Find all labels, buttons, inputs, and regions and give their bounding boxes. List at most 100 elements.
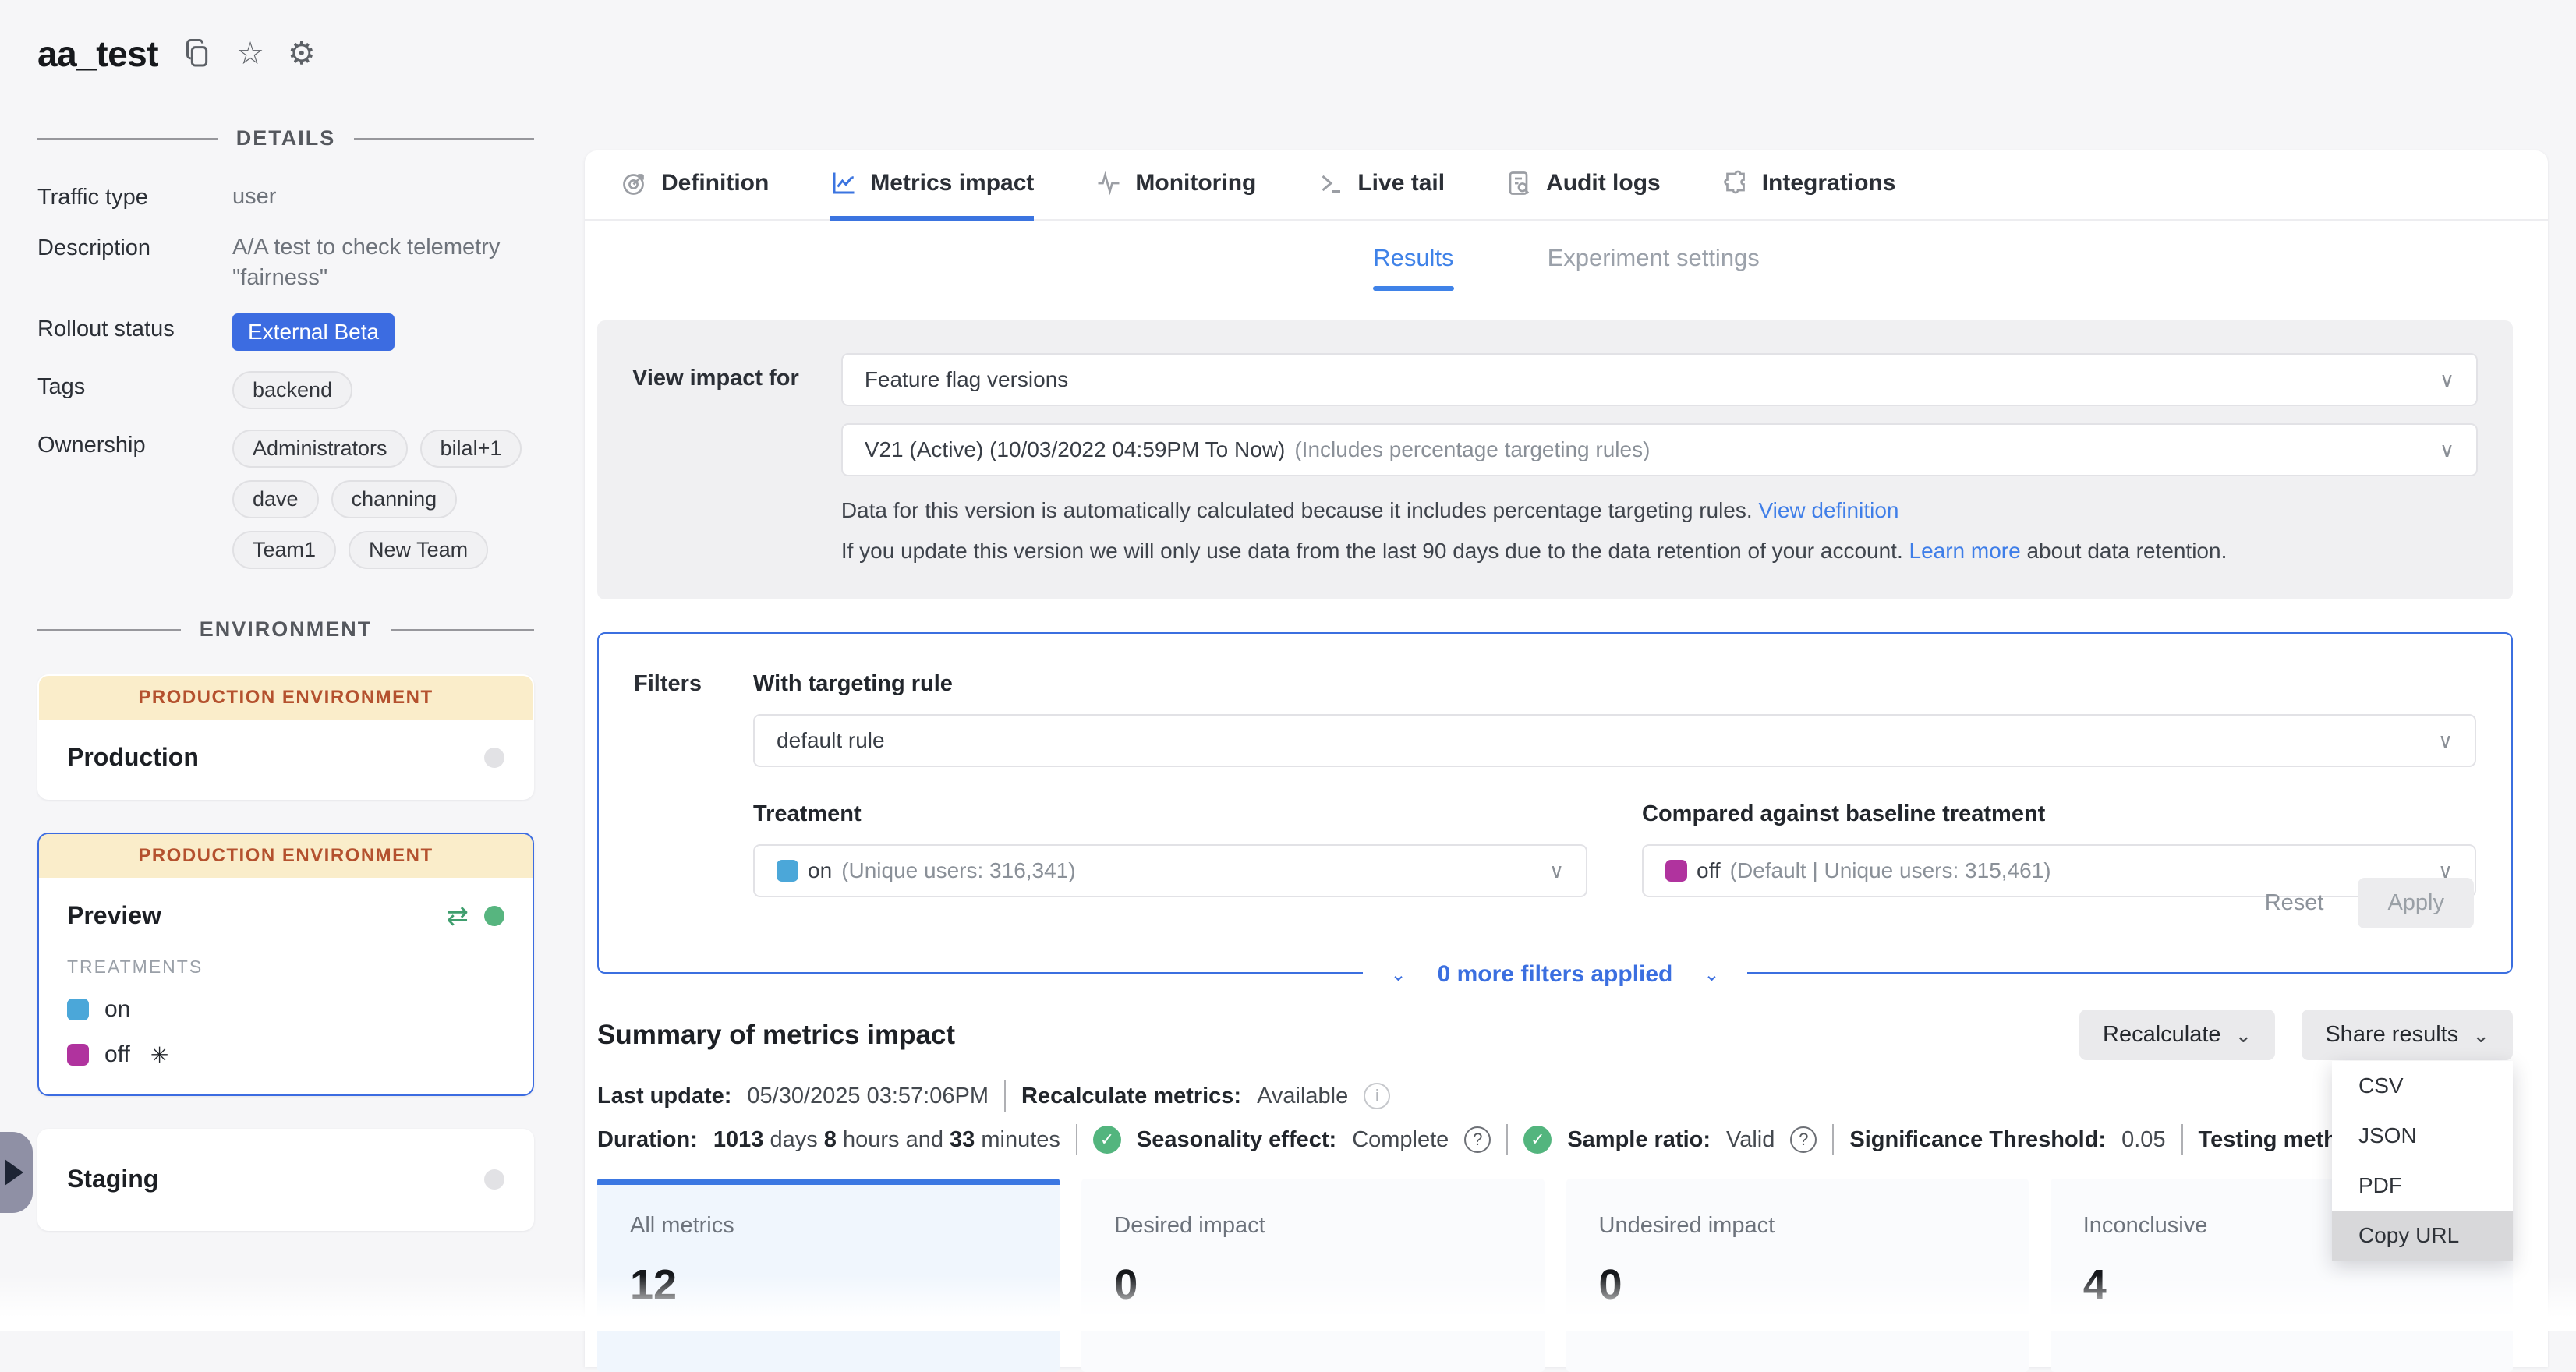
filters-box: Filters With targeting rule default rule… — [597, 632, 2513, 974]
traffic-type-label: Traffic type — [37, 182, 232, 210]
subtab-bar: Results Experiment settings — [585, 244, 2548, 291]
apply-button[interactable]: Apply — [2358, 878, 2474, 928]
copy-icon[interactable] — [182, 37, 213, 71]
chevron-down-icon: ∨ — [2438, 730, 2453, 751]
chevron-down-icon: ⌄ — [2472, 1025, 2489, 1045]
tab-label: Metrics impact — [870, 170, 1034, 196]
env-card-preview[interactable]: PRODUCTION ENVIRONMENT Preview ⇄ TREATME… — [37, 833, 534, 1096]
menu-item-copy-url[interactable]: Copy URL — [2332, 1211, 2513, 1261]
reset-button[interactable]: Reset — [2265, 890, 2324, 916]
metric-card-undesired-impact[interactable]: Undesired impact 0 — [1566, 1179, 2029, 1372]
status-dot-green — [484, 906, 504, 926]
tab-monitoring[interactable]: Monitoring — [1095, 150, 1256, 221]
learn-more-link[interactable]: Learn more — [1909, 539, 2021, 563]
metric-card-all-metrics[interactable]: All metrics 12 — [597, 1179, 1060, 1372]
divider — [1076, 1124, 1077, 1155]
owner-chip[interactable]: channing — [331, 480, 458, 518]
treatment-color-off — [1665, 860, 1687, 882]
metric-card-value: 4 — [2083, 1261, 2480, 1309]
env-card-production[interactable]: PRODUCTION ENVIRONMENT Production — [37, 674, 534, 800]
tab-live-tail[interactable]: Live tail — [1317, 150, 1445, 221]
treatment-select[interactable]: on (Unique users: 316,341) ∨ — [753, 844, 1587, 897]
chevron-down-icon: ⌄ — [1704, 964, 1719, 986]
tab-metrics-impact[interactable]: Metrics impact — [830, 150, 1034, 221]
default-treatment-asterisk-icon: ✳ — [150, 1042, 168, 1068]
metric-card-value: 0 — [1114, 1261, 1511, 1309]
tab-label: Integrations — [1762, 170, 1896, 196]
treatment-name-off: off — [104, 1041, 130, 1068]
page-title: aa_test — [37, 33, 158, 75]
owner-chip[interactable]: New Team — [349, 531, 488, 569]
version-info-text: Data for this version is automatically c… — [841, 498, 1753, 522]
recalculate-button[interactable]: Recalculate ⌄ — [2079, 1010, 2275, 1060]
line-chart-icon — [830, 169, 858, 197]
settings-gear-icon[interactable]: ⚙ — [288, 38, 316, 69]
chevron-down-icon: ⌄ — [1391, 964, 1407, 986]
tag-chip[interactable]: backend — [232, 371, 352, 409]
env-card-staging[interactable]: Staging — [37, 1129, 534, 1231]
subtab-label: Results — [1373, 244, 1453, 272]
help-icon[interactable]: ? — [1464, 1126, 1491, 1153]
owner-chip[interactable]: Team1 — [232, 531, 336, 569]
metric-card-desired-impact[interactable]: Desired impact 0 — [1081, 1179, 1544, 1372]
baseline-select-value: off — [1697, 858, 1721, 883]
traffic-type-value: user — [232, 182, 534, 212]
rollout-status-label: Rollout status — [37, 313, 232, 342]
duration-days: 1013 — [713, 1127, 764, 1152]
rollout-status-badge[interactable]: External Beta — [232, 313, 395, 351]
view-definition-link[interactable]: View definition — [1758, 498, 1898, 522]
help-icon[interactable]: ? — [1790, 1126, 1817, 1153]
duration-label: Duration: — [597, 1127, 698, 1153]
info-icon[interactable]: i — [1364, 1083, 1390, 1109]
subtab-experiment-settings[interactable]: Experiment settings — [1548, 244, 1760, 291]
production-env-banner: PRODUCTION ENVIRONMENT — [39, 676, 533, 720]
description-value: A/A test to check telemetry "fairness" — [232, 232, 534, 293]
treatment-color-off — [67, 1044, 89, 1066]
metric-card-label: Desired impact — [1114, 1213, 1511, 1239]
tab-label: Monitoring — [1135, 170, 1256, 196]
menu-item-json[interactable]: JSON — [2332, 1111, 2513, 1161]
status-dot-gray — [484, 1169, 504, 1190]
sidebar-collapse-handle[interactable] — [0, 1132, 33, 1213]
more-filters-toggle[interactable]: ⌄ 0 more filters applied ⌄ — [1363, 958, 1748, 991]
duration-hours: 8 — [824, 1127, 837, 1152]
menu-item-csv[interactable]: CSV — [2332, 1061, 2513, 1111]
tags-label: Tags — [37, 371, 232, 400]
share-results-button[interactable]: Share results ⌄ — [2302, 1010, 2513, 1060]
subtab-results[interactable]: Results — [1373, 244, 1453, 291]
summary-meta-row-1: Last update: 05/30/2025 03:57:06PM Recal… — [597, 1080, 2513, 1112]
baseline-label: Compared against baseline treatment — [1642, 801, 2476, 827]
version-select[interactable]: V21 (Active) (10/03/2022 04:59PM To Now)… — [841, 423, 2478, 476]
divider — [1506, 1124, 1508, 1155]
favorite-star-icon[interactable]: ☆ — [236, 38, 264, 69]
ownership-list: Administrators bilal+1 dave channing Tea… — [232, 430, 534, 569]
treatment-color-on — [67, 999, 89, 1020]
env-name-preview: Preview — [67, 901, 161, 930]
retention-info-tail: about data retention. — [2026, 539, 2227, 563]
terminal-icon — [1317, 169, 1345, 197]
tab-audit-logs[interactable]: Audit logs — [1506, 150, 1661, 221]
owner-chip[interactable]: bilal+1 — [420, 430, 522, 468]
tab-definition[interactable]: Definition — [621, 150, 769, 221]
treatment-row-off: off ✳ — [67, 1041, 504, 1068]
details-grid: Traffic type user Description A/A test t… — [37, 182, 534, 569]
details-title: DETAILS — [236, 126, 336, 150]
treatment-select-note: (Unique users: 316,341) — [841, 858, 1075, 883]
impact-source-select[interactable]: Feature flag versions ∨ — [841, 353, 2478, 406]
owner-chip[interactable]: dave — [232, 480, 319, 518]
targeting-rule-select[interactable]: default rule ∨ — [753, 714, 2476, 767]
metric-cards: All metrics 12 Desired impact 0 Undesire… — [597, 1179, 2513, 1372]
more-filters-label: 0 more filters applied — [1438, 961, 1673, 988]
summary-title: Summary of metrics impact — [597, 1020, 955, 1051]
description-label: Description — [37, 232, 232, 261]
targeting-rule-label: With targeting rule — [753, 671, 2476, 697]
menu-item-pdf[interactable]: PDF — [2332, 1161, 2513, 1211]
owner-chip[interactable]: Administrators — [232, 430, 408, 468]
puzzle-icon — [1721, 169, 1750, 197]
tab-bar: Definition Metrics impact Monitoring — [585, 150, 2548, 221]
treatment-color-on — [777, 860, 798, 882]
significance-value: 0.05 — [2121, 1127, 2165, 1153]
environment-title: ENVIRONMENT — [200, 617, 373, 642]
env-name-production: Production — [67, 743, 199, 772]
tab-integrations[interactable]: Integrations — [1721, 150, 1896, 221]
